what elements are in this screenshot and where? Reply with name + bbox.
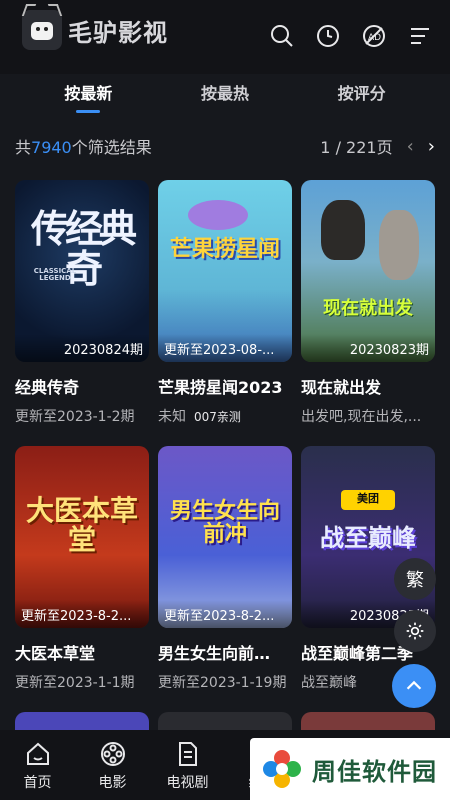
- result-summary: 共7940个筛选结果 1 / 221页 ‹ ›: [15, 134, 435, 158]
- nav-tv-series[interactable]: 电视剧: [150, 730, 225, 800]
- result-prefix: 共: [15, 138, 32, 157]
- card-subtitle-text: 更新至2023-1-1期: [15, 675, 135, 691]
- top-bar: 毛驴影视 AD: [0, 0, 450, 74]
- poster-subtitle: CLASSICAL LEGEND: [33, 267, 77, 283]
- document-icon: [178, 742, 197, 766]
- poster-peek: [15, 712, 149, 732]
- card-title[interactable]: 男生女生向前…: [158, 640, 292, 664]
- menu-icon[interactable]: [408, 24, 432, 48]
- history-icon[interactable]: [316, 24, 340, 48]
- result-count: 共7940个筛选结果: [15, 134, 152, 158]
- card-subtitle: 更新至2023-1-2期: [15, 406, 149, 426]
- poster-image[interactable]: 男生女生向前冲 更新至2023-8-2...: [158, 446, 292, 628]
- traditional-chinese-button[interactable]: 繁: [394, 558, 436, 600]
- chevron-up-icon: [406, 680, 422, 690]
- poster-brand: 美团: [357, 492, 379, 505]
- result-suffix: 个筛选结果: [71, 138, 152, 157]
- settings-button[interactable]: [394, 610, 436, 652]
- donkey-logo-icon: [21, 4, 63, 50]
- card-title[interactable]: 经典传奇: [15, 374, 149, 398]
- poster-image[interactable]: 芒果捞星闻 更新至2023-08-...: [158, 180, 292, 362]
- sort-tabs: 按最新 按最热 按评分: [0, 74, 450, 120]
- card-title[interactable]: 芒果捞星闻2023: [158, 374, 292, 398]
- poster-peek: [158, 712, 292, 732]
- tab-rating[interactable]: 按评分: [312, 74, 412, 120]
- poster-image[interactable]: 传经典奇 CLASSICAL LEGEND 20230824期: [15, 180, 149, 362]
- scroll-top-button[interactable]: [392, 664, 436, 708]
- card-subtitle-text: 更新至2023-1-19期: [158, 675, 287, 691]
- card-title[interactable]: 大医本草堂: [15, 640, 149, 664]
- episode-badge: 20230824期: [15, 334, 149, 362]
- site-watermark: 周佳软件园: [250, 738, 450, 800]
- pinwheel-logo-icon: [263, 750, 301, 788]
- card-subtitle-text: 战至巅峰: [301, 675, 357, 691]
- media-card[interactable]: 现在就出发 20230823期 现在就出发 出发吧,现在出发,...: [301, 180, 435, 426]
- episode-badge: 更新至2023-08-...: [158, 334, 292, 362]
- nav-home[interactable]: 首页: [0, 730, 75, 800]
- result-count-number: 7940: [31, 138, 72, 157]
- card-subtitle: 出发吧,现在出发,...: [301, 406, 435, 426]
- media-card[interactable]: 传经典奇 CLASSICAL LEGEND 20230824期 经典传奇 更新至…: [15, 180, 149, 426]
- app-logo: 毛驴影视: [21, 4, 168, 50]
- poster-peek: [301, 712, 435, 732]
- media-card[interactable]: 芒果捞星闻 更新至2023-08-... 芒果捞星闻2023 未知 007亲测: [158, 180, 292, 426]
- episode-badge: 更新至2023-8-2...: [158, 600, 292, 628]
- nav-label: 电视剧: [166, 775, 209, 791]
- poster-image[interactable]: 美团 战至巅峰 20230823期: [301, 446, 435, 628]
- poster-image[interactable]: 大医本草堂 更新至2023-8-2...: [15, 446, 149, 628]
- page-indicator: 1 / 221页: [320, 138, 393, 157]
- watermark-text: 周佳软件园: [312, 757, 437, 786]
- poster-title-art: 大医本草堂: [25, 494, 138, 557]
- film-reel-icon: [100, 742, 125, 766]
- pagination: 1 / 221页 ‹ ›: [320, 134, 435, 158]
- card-tag: 007亲测: [194, 410, 241, 424]
- next-page-button[interactable]: ›: [428, 136, 435, 157]
- card-subtitle: 更新至2023-1-1期: [15, 672, 149, 692]
- no-ad-icon[interactable]: AD: [362, 24, 386, 48]
- gear-icon: [406, 622, 424, 640]
- app-name: 毛驴影视: [68, 18, 168, 47]
- home-icon: [26, 742, 49, 765]
- tab-hottest[interactable]: 按最热: [175, 74, 275, 120]
- card-subtitle: 更新至2023-1-19期: [158, 672, 292, 692]
- media-card[interactable]: 男生女生向前冲 更新至2023-8-2... 男生女生向前… 更新至2023-1…: [158, 446, 292, 692]
- episode-badge: 20230823期: [301, 334, 435, 362]
- nav-label: 首页: [23, 775, 52, 791]
- poster-title-art: 现在就出发: [323, 298, 413, 319]
- poster-image[interactable]: 现在就出发 20230823期: [301, 180, 435, 362]
- card-subtitle-text: 未知: [158, 409, 186, 425]
- poster-title-art: 战至巅峰: [320, 524, 416, 552]
- card-subtitle: 未知 007亲测: [158, 406, 292, 426]
- card-subtitle-text: 出发吧,现在出发,...: [301, 409, 422, 425]
- tab-newest[interactable]: 按最新: [38, 74, 138, 120]
- search-icon[interactable]: [270, 24, 294, 48]
- prev-page-button[interactable]: ‹: [407, 136, 414, 157]
- media-card[interactable]: 大医本草堂 更新至2023-8-2... 大医本草堂 更新至2023-1-1期: [15, 446, 149, 692]
- episode-badge: 更新至2023-8-2...: [15, 600, 149, 628]
- nav-movies[interactable]: 电影: [75, 730, 150, 800]
- poster-title-art: 芒果捞星闻: [169, 237, 280, 262]
- card-title[interactable]: 现在就出发: [301, 374, 435, 398]
- card-subtitle-text: 更新至2023-1-2期: [15, 409, 135, 425]
- nav-label: 电影: [98, 775, 127, 791]
- poster-title-art: 男生女生向前冲: [169, 499, 280, 548]
